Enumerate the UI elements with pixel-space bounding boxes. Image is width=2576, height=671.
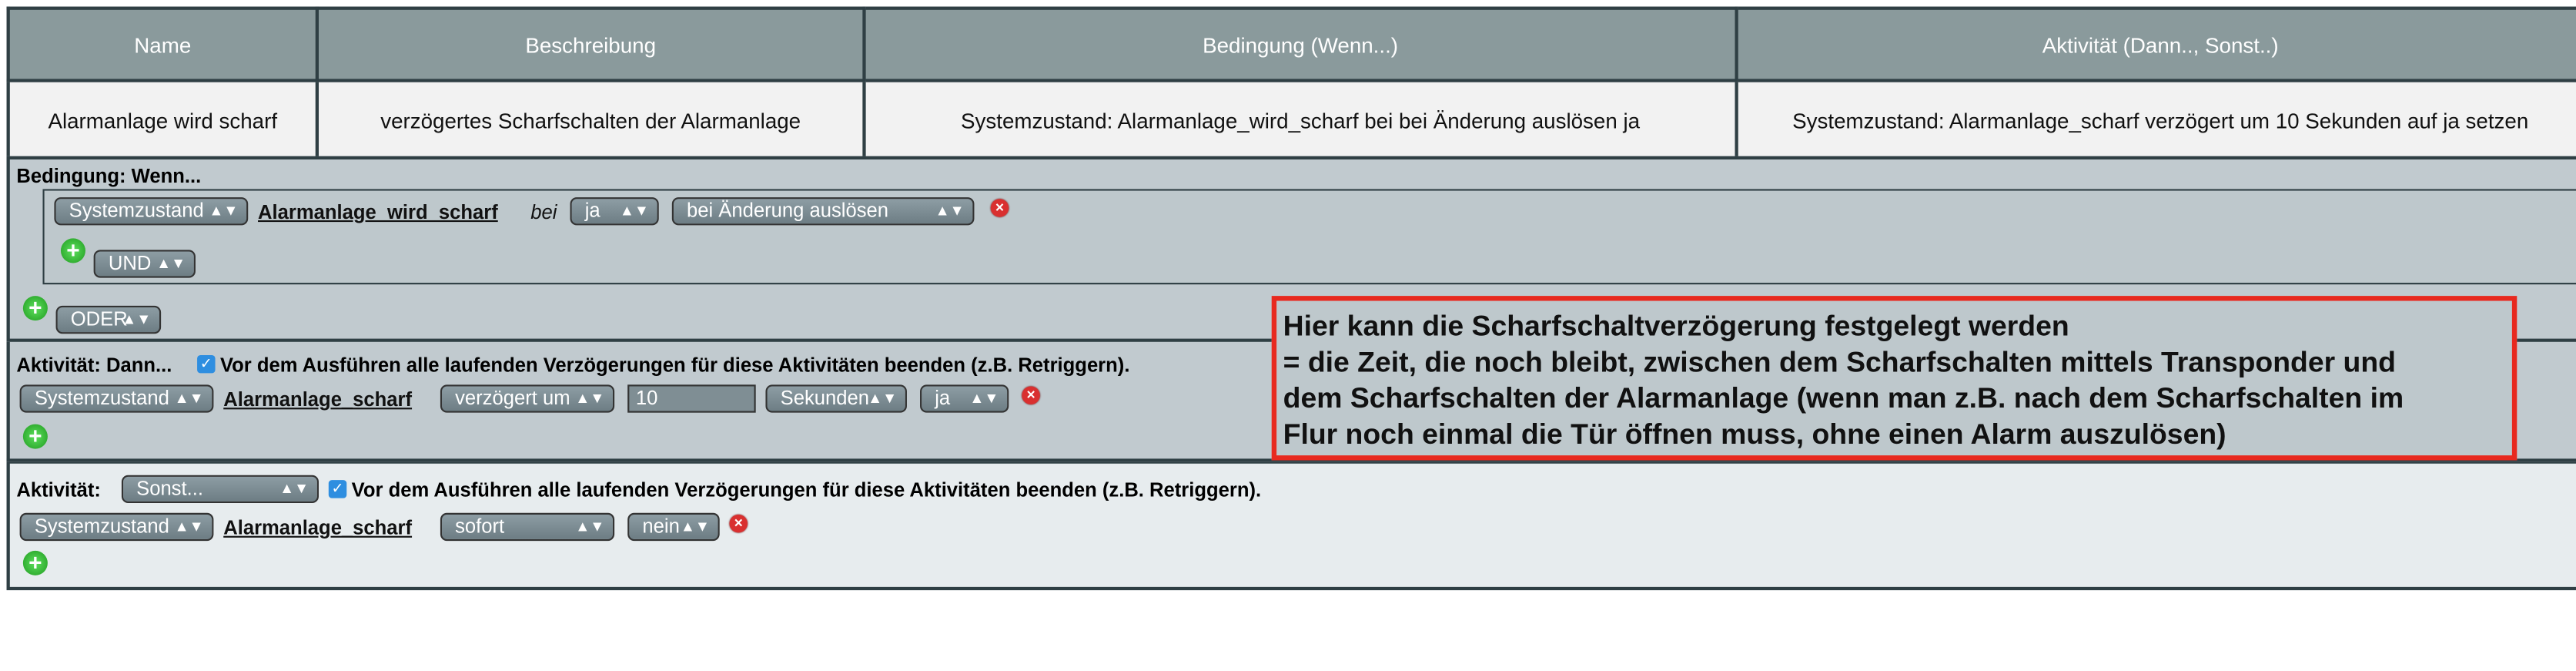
- table-row[interactable]: Alarmanlage wird scharf verzögertes Scha…: [6, 79, 2576, 163]
- col-activity-header: Aktivität (Dann.., Sonst..): [1735, 6, 2576, 82]
- condition-source-select[interactable]: Systemzustand ▲▼: [54, 197, 249, 226]
- else-value-select[interactable]: nein ▲▼: [627, 512, 720, 542]
- cell-name: Alarmanlage wird scharf: [6, 79, 319, 163]
- oder-select[interactable]: ODER ▲▼: [55, 305, 162, 334]
- else-section: Aktivität: Sonst... ▲▼ ✓ Vor dem Ausführe…: [6, 461, 2576, 591]
- cell-condition: Systemzustand: Alarmanlage_wird_scharf b…: [862, 79, 1738, 163]
- else-mode-select[interactable]: sofort ▲▼: [440, 512, 615, 542]
- then-variable-link[interactable]: Alarmanlage_scharf: [223, 388, 412, 411]
- condition-value-select[interactable]: ja ▲▼: [570, 197, 659, 226]
- annotation-line-2: = die Zeit, die noch bleibt, zwischen de…: [1283, 345, 2397, 378]
- else-variable-link[interactable]: Alarmanlage_scharf: [223, 516, 412, 539]
- annotation-line-4: Flur noch einmal die Tür öffnen muss, oh…: [1283, 418, 2226, 451]
- then-value-select[interactable]: ja ▲▼: [920, 384, 1009, 413]
- add-condition-group-icon[interactable]: +: [22, 295, 48, 321]
- col-name-header: Name: [6, 6, 319, 82]
- col-condition-header: Bedingung (Wenn...): [862, 6, 1738, 82]
- else-source-select[interactable]: Systemzustand ▲▼: [19, 512, 214, 542]
- add-then-activity-icon[interactable]: +: [22, 424, 48, 449]
- condition-label: Bedingung: Wenn...: [16, 164, 202, 188]
- col-description-header: Beschreibung: [315, 6, 866, 82]
- annotation-box: Hier kann die Scharfschaltverzögerung fe…: [1271, 296, 2517, 461]
- cell-activity: Systemzustand: Alarmanlage_scharf verzög…: [1735, 79, 2576, 163]
- condition-bei-text: bei: [530, 200, 557, 224]
- then-label: Aktivität: Dann...: [16, 353, 172, 377]
- condition-group: Systemzustand ▲▼ Alarmanlage_wird_scharf …: [42, 189, 2576, 285]
- delete-else-activity-icon[interactable]: ×: [729, 514, 748, 533]
- condition-trigger-select[interactable]: bei Änderung auslösen ▲▼: [671, 197, 975, 226]
- then-mode-select[interactable]: verzögert um ▲▼: [440, 384, 615, 413]
- cell-description: verzögertes Scharfschalten der Alarmanla…: [315, 79, 866, 163]
- then-retrigger-label: Vor dem Ausführen alle laufenden Verzöge…: [219, 353, 1130, 377]
- else-retrigger-label: Vor dem Ausführen alle laufenden Verzöge…: [351, 478, 1262, 502]
- delay-input[interactable]: 10: [627, 384, 756, 413]
- then-source-select[interactable]: Systemzustand ▲▼: [19, 384, 214, 413]
- annotation-line-1: Hier kann die Scharfschaltverzögerung fe…: [1283, 309, 2069, 342]
- delete-then-activity-icon[interactable]: ×: [1022, 386, 1040, 404]
- else-branch-select[interactable]: Sonst... ▲▼: [121, 475, 319, 504]
- annotation-line-3: dem Scharfschalten der Alarmanlage (wenn…: [1283, 381, 2404, 414]
- add-condition-icon[interactable]: +: [60, 237, 85, 263]
- then-unit-select[interactable]: Sekunden ▲▼: [765, 384, 907, 413]
- und-select[interactable]: UND ▲▼: [93, 250, 196, 278]
- then-retrigger-checkbox[interactable]: ✓: [197, 354, 216, 374]
- add-else-activity-icon[interactable]: +: [22, 550, 48, 575]
- condition-variable-link[interactable]: Alarmanlage_wird_scharf: [258, 200, 498, 223]
- program-editor: Name Beschreibung Bedingung (Wenn...) Ak…: [0, 0, 2576, 671]
- delete-condition-icon[interactable]: ×: [990, 199, 1009, 217]
- else-label: Aktivität:: [16, 478, 101, 502]
- table-header-row: Name Beschreibung Bedingung (Wenn...) Ak…: [6, 6, 2576, 82]
- program-table: Name Beschreibung Bedingung (Wenn...) Ak…: [6, 6, 2576, 163]
- else-retrigger-checkbox[interactable]: ✓: [328, 480, 347, 498]
